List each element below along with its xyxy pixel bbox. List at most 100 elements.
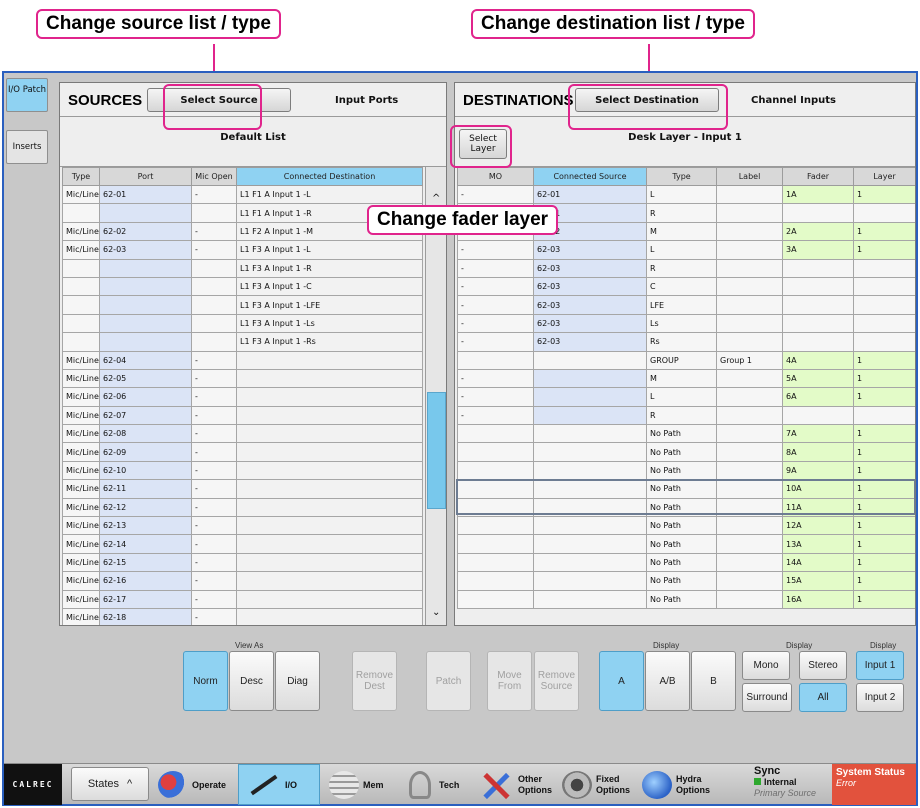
source-row[interactable]: L1 F3 A Input 1 -LFE — [62, 295, 423, 315]
desc-button[interactable]: Desc — [229, 651, 274, 711]
dest-layer-cell[interactable]: 1 — [853, 387, 915, 407]
dest-type-cell[interactable]: Ls — [646, 313, 717, 334]
input-2-button[interactable]: Input 2 — [856, 683, 904, 712]
source-mic-open-cell[interactable]: - — [191, 424, 237, 444]
dest-type-cell[interactable]: No Path — [646, 516, 717, 536]
dest-connected-source-cell[interactable]: 62-03 — [533, 313, 647, 334]
dest-fader-cell[interactable]: 15A — [782, 571, 854, 591]
dest-type-cell[interactable]: L — [646, 240, 717, 260]
dest-layer-cell[interactable] — [853, 203, 915, 223]
dest-type-cell[interactable]: Rs — [646, 332, 717, 352]
tab-io-patch[interactable]: I/O Patch — [6, 78, 48, 112]
source-connected-dest-cell[interactable] — [236, 424, 423, 444]
source-connected-dest-cell[interactable]: L1 F3 A Input 1 -Ls — [236, 313, 423, 334]
source-mic-open-cell[interactable]: - — [191, 479, 237, 499]
destination-row[interactable]: -62-03 L 3A 1 — [457, 240, 915, 260]
dest-label-cell[interactable] — [716, 203, 783, 223]
destination-row[interactable]: -62-03 C — [457, 276, 915, 297]
source-row[interactable]: Mic/Line 62-04- — [62, 350, 423, 370]
states-button[interactable]: States ^ — [71, 767, 149, 801]
source-row[interactable]: Mic/Line 62-03- L1 F3 A Input 1 -L — [62, 240, 423, 260]
dest-connected-source-cell[interactable] — [533, 589, 647, 609]
dest-mo-cell[interactable]: - — [457, 405, 534, 426]
dest-type-cell[interactable]: L — [646, 387, 717, 407]
dest-label-cell[interactable] — [716, 387, 783, 407]
destination-row[interactable]: -62-03 Rs — [457, 332, 915, 352]
source-row[interactable]: Mic/Line 62-07- — [62, 405, 423, 426]
source-port-cell[interactable]: 62-07 — [99, 405, 192, 426]
source-mic-open-cell[interactable]: - — [191, 368, 237, 389]
source-port-cell[interactable]: 62-10 — [99, 460, 192, 481]
dest-label-cell[interactable] — [716, 295, 783, 315]
display-ab-button[interactable]: A/B — [645, 651, 690, 711]
dest-connected-source-cell[interactable] — [533, 350, 647, 370]
remove-dest-button[interactable]: Remove Dest — [352, 651, 397, 711]
source-connected-dest-cell[interactable]: L1 F1 A Input 1 -L — [236, 184, 423, 205]
source-mic-open-cell[interactable]: - — [191, 571, 237, 591]
source-port-cell[interactable] — [99, 258, 192, 278]
source-mic-open-cell[interactable]: - — [191, 240, 237, 260]
source-mic-open-cell[interactable]: - — [191, 534, 237, 554]
dest-label-cell[interactable] — [716, 534, 783, 554]
source-connected-dest-cell[interactable] — [236, 497, 423, 518]
source-connected-dest-cell[interactable]: L1 F3 A Input 1 -Rs — [236, 332, 423, 352]
dest-fader-cell[interactable] — [782, 313, 854, 334]
destination-row[interactable]: No Path 9A 1 — [457, 460, 915, 481]
dest-mo-cell[interactable]: - — [457, 295, 534, 315]
dest-layer-cell[interactable]: 1 — [853, 368, 915, 389]
source-row[interactable]: L1 F3 A Input 1 -C — [62, 276, 423, 297]
dest-label-cell[interactable] — [716, 313, 783, 334]
destination-row[interactable]: -62-03 R — [457, 258, 915, 278]
scroll-down-icon[interactable]: ⌄ — [432, 607, 440, 618]
sources-scrollbar[interactable]: ^ ⌄ — [425, 167, 446, 625]
dest-layer-cell[interactable]: 1 — [853, 240, 915, 260]
col-mo[interactable]: MO — [457, 167, 534, 186]
source-connected-dest-cell[interactable] — [236, 552, 423, 573]
source-port-cell[interactable]: 62-01 — [99, 184, 192, 205]
dest-connected-source-cell[interactable] — [533, 387, 647, 407]
norm-button[interactable]: Norm — [183, 651, 228, 711]
dest-label-cell[interactable] — [716, 221, 783, 242]
source-row[interactable]: Mic/Line 62-06- — [62, 387, 423, 407]
system-status[interactable]: System Status Error — [832, 764, 916, 805]
destination-row[interactable]: No Path 14A 1 — [457, 552, 915, 573]
dest-connected-source-cell[interactable] — [533, 424, 647, 444]
destination-row[interactable]: No Path 13A 1 — [457, 534, 915, 554]
source-row[interactable]: Mic/Line 62-14- — [62, 534, 423, 554]
dest-layer-cell[interactable] — [853, 405, 915, 426]
dest-label-cell[interactable] — [716, 589, 783, 609]
fixed-options-button[interactable]: Fixed Options — [562, 764, 640, 805]
mem-button[interactable]: Mem — [329, 764, 404, 805]
dest-connected-source-cell[interactable]: 62-03 — [533, 258, 647, 278]
source-row[interactable]: Mic/Line 62-10- — [62, 460, 423, 481]
dest-layer-cell[interactable]: 1 — [853, 534, 915, 554]
tab-inserts[interactable]: Inserts — [6, 130, 48, 164]
source-mic-open-cell[interactable] — [191, 276, 237, 297]
move-from-button[interactable]: Move From — [487, 651, 532, 711]
dest-label-cell[interactable] — [716, 571, 783, 591]
source-connected-dest-cell[interactable] — [236, 368, 423, 389]
source-port-cell[interactable] — [99, 332, 192, 352]
dest-mo-cell[interactable]: - — [457, 184, 534, 205]
dest-mo-cell[interactable] — [457, 516, 534, 536]
dest-mo-cell[interactable] — [457, 589, 534, 609]
col-port[interactable]: Port — [99, 167, 192, 186]
source-connected-dest-cell[interactable] — [236, 460, 423, 481]
source-connected-dest-cell[interactable] — [236, 387, 423, 407]
source-port-cell[interactable]: 62-15 — [99, 552, 192, 573]
source-mic-open-cell[interactable]: - — [191, 516, 237, 536]
source-connected-dest-cell[interactable] — [236, 479, 423, 499]
col-mic-open[interactable]: Mic Open — [191, 167, 237, 186]
dest-type-cell[interactable]: No Path — [646, 460, 717, 481]
source-row[interactable]: L1 F3 A Input 1 -Rs — [62, 332, 423, 352]
dest-connected-source-cell[interactable] — [533, 460, 647, 481]
dest-layer-cell[interactable]: 1 — [853, 442, 915, 462]
source-port-cell[interactable]: 62-02 — [99, 221, 192, 242]
destination-row[interactable]: - M 5A 1 — [457, 368, 915, 389]
other-options-button[interactable]: Other Options — [482, 764, 560, 805]
dest-type-cell[interactable]: M — [646, 368, 717, 389]
dest-fader-cell[interactable]: 12A — [782, 516, 854, 536]
dest-layer-cell[interactable] — [853, 332, 915, 352]
source-row[interactable]: Mic/Line 62-05- — [62, 368, 423, 389]
source-mic-open-cell[interactable]: - — [191, 552, 237, 573]
